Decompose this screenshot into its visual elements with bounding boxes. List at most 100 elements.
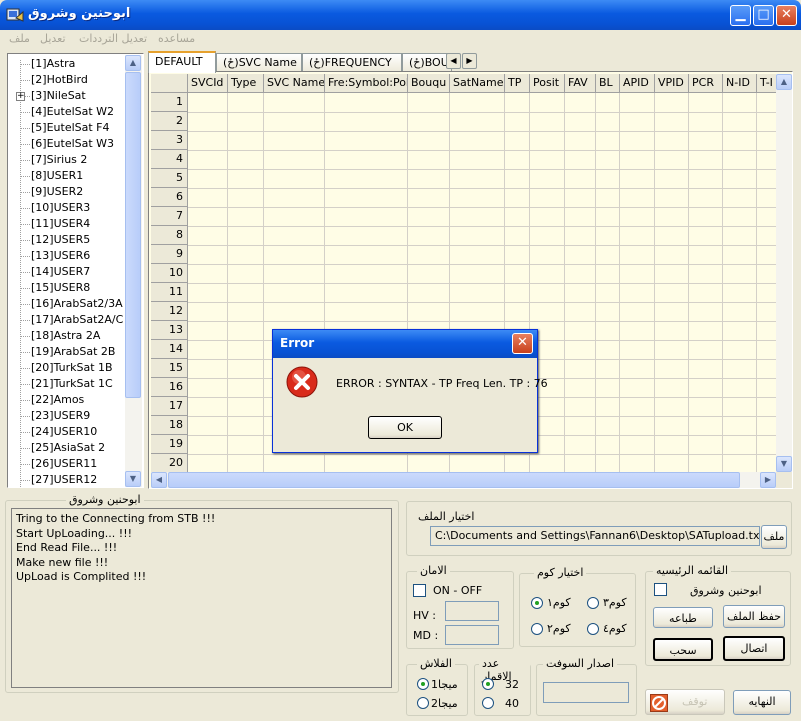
flash-group: الفلاش 1ميجا 2ميجا (406, 657, 468, 716)
row-header[interactable]: 14 (151, 340, 188, 359)
column-header[interactable]: TP (505, 74, 530, 93)
column-header[interactable]: T-I (757, 74, 777, 93)
menu-help[interactable]: مساعده (158, 32, 195, 45)
column-header[interactable]: Posit (530, 74, 565, 93)
sat-40-radio[interactable] (482, 697, 494, 709)
menu-file[interactable]: ملف (9, 32, 30, 45)
com2-label: كوم٢ (547, 622, 571, 635)
window-title: ابوحنين وشروق (28, 6, 131, 21)
com1-label: كوم١ (547, 596, 571, 609)
tree-connector (20, 160, 30, 161)
file-browse-button[interactable]: ملف (761, 525, 787, 549)
pull-button[interactable]: سحب (653, 638, 713, 661)
row-header[interactable]: 11 (151, 283, 188, 302)
row-header[interactable]: 18 (151, 416, 188, 435)
row-header[interactable]: 5 (151, 169, 188, 188)
menu-edit-frequencies[interactable]: تعديل الترددات (79, 32, 147, 45)
tab-svc-name[interactable]: (ځ)SVC Name (216, 53, 302, 72)
scroll-right-icon[interactable]: ▶ (760, 472, 776, 488)
row-header[interactable]: 9 (151, 245, 188, 264)
row-header[interactable]: 4 (151, 150, 188, 169)
column-header[interactable]: Bouqu (408, 74, 450, 93)
column-header[interactable]: PCR (689, 74, 723, 93)
title-bar[interactable]: ابوحنين وشروق ▁ □ ✕ (0, 0, 801, 30)
tree-item-label: [25]AsiaSat 2 (31, 441, 106, 454)
column-header[interactable]: SatName (450, 74, 505, 93)
row-header[interactable]: 17 (151, 397, 188, 416)
row-header[interactable]: 15 (151, 359, 188, 378)
connect-button[interactable]: اتصال (723, 636, 785, 661)
row-header[interactable]: 6 (151, 188, 188, 207)
column-header[interactable]: Type (228, 74, 264, 93)
tree-scrollbar[interactable]: ▲ ▼ (125, 55, 142, 487)
scroll-up-icon[interactable]: ▲ (125, 55, 141, 71)
sat-32-radio[interactable] (482, 678, 494, 690)
scroll-down-icon[interactable]: ▼ (125, 471, 141, 487)
tree-connector (20, 320, 30, 321)
main-list-checkbox[interactable] (654, 583, 667, 596)
row-header[interactable]: 2 (151, 112, 188, 131)
scroll-left-icon[interactable]: ◀ (151, 472, 167, 488)
main-list-checkbox-label: ابوحنين وشروق (690, 584, 762, 597)
tab-scroll-right-icon[interactable]: ▶ (462, 53, 477, 69)
column-header[interactable]: Fre:Symbol:Pol (325, 74, 408, 93)
file-path-field[interactable]: C:\Documents and Settings\Fannan6\Deskto… (430, 526, 760, 546)
tree-item-label: [8]USER1 (31, 169, 84, 182)
scroll-thumb[interactable] (125, 72, 141, 398)
row-header[interactable]: 7 (151, 207, 188, 226)
scroll-up-icon[interactable]: ▲ (776, 74, 792, 90)
ok-button[interactable]: OK (368, 416, 442, 439)
row-header[interactable]: 8 (151, 226, 188, 245)
com2-radio[interactable] (531, 623, 543, 635)
dialog-close-button[interactable]: ✕ (512, 333, 533, 354)
column-header[interactable]: APID (620, 74, 655, 93)
tree-connector (20, 176, 30, 177)
column-header[interactable]: SVCId (188, 74, 228, 93)
row-header[interactable]: 10 (151, 264, 188, 283)
tree-item-label: [9]USER2 (31, 185, 84, 198)
row-header[interactable]: 19 (151, 435, 188, 454)
dialog-title-bar[interactable]: Error ✕ (273, 330, 537, 358)
tab-bouquet[interactable]: (ځ)BOU (402, 53, 452, 72)
menu-edit[interactable]: تعديل (40, 32, 66, 45)
print-button[interactable]: طباعه (653, 607, 713, 628)
satellite-tree[interactable]: [1]Astra [2]HotBird + [3]NileSat [4]EutelSat… (7, 53, 144, 488)
row-header[interactable]: 1 (151, 93, 188, 112)
com3-radio[interactable] (587, 597, 599, 609)
column-header[interactable]: SVC Name (264, 74, 325, 93)
row-header[interactable]: 16 (151, 378, 188, 397)
expand-icon[interactable]: + (16, 92, 25, 101)
row-header[interactable]: 12 (151, 302, 188, 321)
column-header[interactable]: VPID (655, 74, 689, 93)
com1-radio[interactable] (531, 597, 543, 609)
tab-scroll-left-icon[interactable]: ◀ (446, 53, 461, 69)
column-header[interactable]: FAV (565, 74, 596, 93)
tab-default[interactable]: DEFAULT (148, 51, 216, 73)
row-header[interactable]: 20 (151, 454, 188, 473)
security-checkbox[interactable] (413, 584, 426, 597)
save-file-button[interactable]: حفظ الملف (723, 605, 785, 628)
tab-frequency[interactable]: (ځ)FREQUENCY (302, 53, 402, 72)
grid-horizontal-scrollbar[interactable]: ◀ ▶ (151, 472, 776, 488)
close-button[interactable]: ✕ (776, 5, 797, 26)
column-header[interactable]: BL (596, 74, 620, 93)
exit-button[interactable]: النهايه (733, 690, 791, 715)
row-header[interactable]: 13 (151, 321, 188, 340)
grid-vertical-scrollbar[interactable]: ▲ ▼ (776, 74, 792, 472)
flash-1mb-radio[interactable] (417, 678, 429, 690)
scroll-thumb[interactable] (168, 472, 740, 488)
column-header[interactable]: N-ID (723, 74, 757, 93)
minimize-button[interactable]: ▁ (730, 5, 751, 26)
tree-item-label: [4]EutelSat W2 (31, 105, 115, 118)
row-header[interactable]: 3 (151, 131, 188, 150)
flash-2mb-label: 2ميجا (431, 697, 458, 710)
maximize-button[interactable]: □ (753, 5, 774, 26)
com4-radio[interactable] (587, 623, 599, 635)
close-icon: ✕ (517, 335, 528, 350)
tree-item-label: [24]USER10 (31, 425, 98, 438)
tree-connector (20, 336, 30, 337)
scroll-down-icon[interactable]: ▼ (776, 456, 792, 472)
flash-2mb-radio[interactable] (417, 697, 429, 709)
log-box[interactable]: Tring to the Connecting from STB !!! Star… (11, 508, 392, 688)
stop-button[interactable]: توقف (645, 689, 725, 715)
